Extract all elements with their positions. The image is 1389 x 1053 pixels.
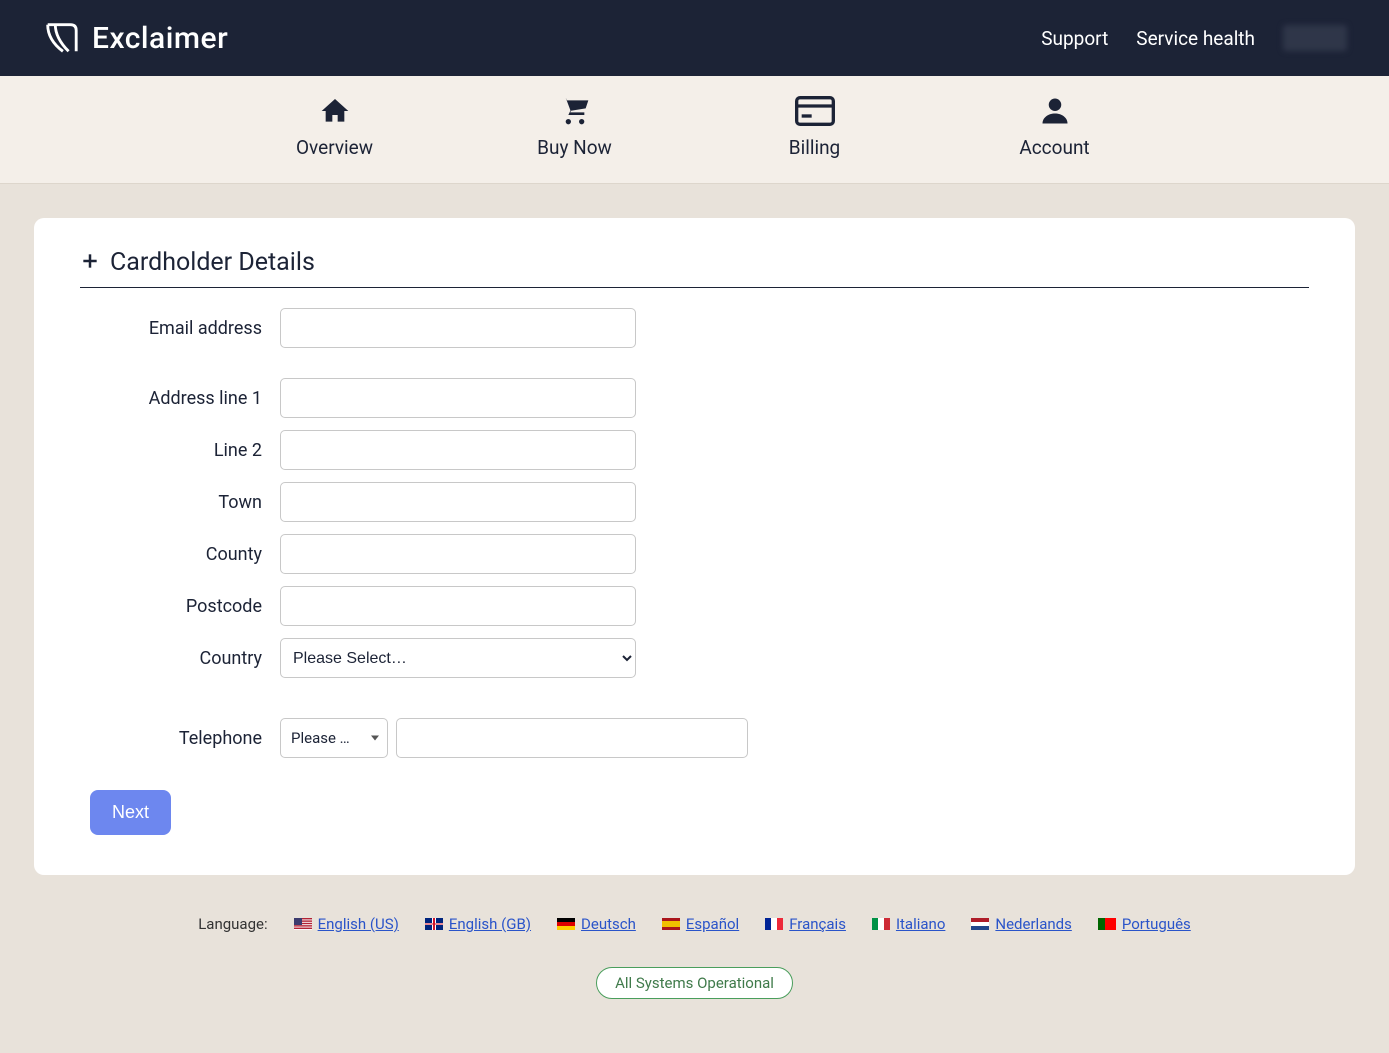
nav-label: Billing bbox=[789, 136, 840, 159]
lang-text: Deutsch bbox=[581, 915, 636, 933]
flag-pt-icon bbox=[1098, 918, 1116, 930]
next-button[interactable]: Next bbox=[90, 790, 171, 835]
flag-gb-icon bbox=[425, 918, 443, 930]
user-icon bbox=[1040, 94, 1070, 128]
county-field[interactable] bbox=[280, 534, 636, 574]
language-row: Language: English (US) English (GB) Deut… bbox=[34, 915, 1355, 933]
telephone-number-field[interactable] bbox=[396, 718, 748, 758]
flag-nl-icon bbox=[971, 918, 989, 930]
header-user-placeholder bbox=[1283, 25, 1347, 51]
brand-logo[interactable]: Exclaimer bbox=[42, 19, 228, 57]
postcode-label: Postcode bbox=[80, 596, 280, 617]
email-field[interactable] bbox=[280, 308, 636, 348]
plus-icon bbox=[80, 251, 100, 275]
lang-text: Nederlands bbox=[995, 915, 1071, 933]
lang-text: Português bbox=[1122, 915, 1191, 933]
support-link[interactable]: Support bbox=[1041, 27, 1108, 50]
telephone-code-placeholder: Please … bbox=[291, 729, 350, 747]
home-icon bbox=[317, 94, 353, 128]
email-label: Email address bbox=[80, 318, 280, 339]
address-line1-field[interactable] bbox=[280, 378, 636, 418]
addr2-label: Line 2 bbox=[80, 440, 280, 461]
app-header: Exclaimer Support Service health bbox=[0, 0, 1389, 76]
header-right: Support Service health bbox=[1041, 25, 1347, 51]
lang-text: Italiano bbox=[896, 915, 945, 933]
nav-label: Overview bbox=[296, 136, 373, 159]
town-label: Town bbox=[80, 492, 280, 513]
flag-fr-icon bbox=[765, 918, 783, 930]
lang-pt[interactable]: Português bbox=[1098, 915, 1191, 933]
county-label: County bbox=[80, 544, 280, 565]
panel-header[interactable]: Cardholder Details bbox=[80, 248, 1309, 288]
cardholder-details-card: Cardholder Details Email address Address… bbox=[34, 218, 1355, 875]
nav-tab-buynow[interactable]: Buy Now bbox=[530, 94, 620, 159]
lang-text: English (US) bbox=[318, 915, 399, 933]
lang-en-gb[interactable]: English (GB) bbox=[425, 915, 531, 933]
flag-de-icon bbox=[557, 918, 575, 930]
language-label: Language: bbox=[198, 915, 267, 933]
country-label: Country bbox=[80, 648, 280, 669]
credit-card-icon bbox=[795, 94, 835, 128]
lang-de[interactable]: Deutsch bbox=[557, 915, 636, 933]
address-line2-field[interactable] bbox=[280, 430, 636, 470]
content-area: Cardholder Details Email address Address… bbox=[0, 184, 1389, 1053]
panel-title: Cardholder Details bbox=[110, 248, 315, 277]
nav-label: Buy Now bbox=[537, 136, 612, 159]
flag-it-icon bbox=[872, 918, 890, 930]
system-status-badge[interactable]: All Systems Operational bbox=[596, 967, 793, 999]
service-health-link[interactable]: Service health bbox=[1136, 27, 1255, 50]
exclaimer-logo-icon bbox=[42, 19, 80, 57]
nav-tab-overview[interactable]: Overview bbox=[290, 94, 380, 159]
lang-it[interactable]: Italiano bbox=[872, 915, 945, 933]
brand-name: Exclaimer bbox=[92, 21, 228, 56]
lang-en-us[interactable]: English (US) bbox=[294, 915, 399, 933]
town-field[interactable] bbox=[280, 482, 636, 522]
country-select[interactable]: Please Select… bbox=[280, 638, 636, 678]
flag-es-icon bbox=[662, 918, 680, 930]
addr1-label: Address line 1 bbox=[80, 388, 280, 409]
lang-text: Français bbox=[789, 915, 846, 933]
lang-text: English (GB) bbox=[449, 915, 531, 933]
telephone-code-select[interactable]: Please … bbox=[280, 718, 388, 758]
lang-nl[interactable]: Nederlands bbox=[971, 915, 1071, 933]
lang-es[interactable]: Español bbox=[662, 915, 739, 933]
lang-fr[interactable]: Français bbox=[765, 915, 846, 933]
footer: Language: English (US) English (GB) Deut… bbox=[34, 875, 1355, 1019]
telephone-label: Telephone bbox=[80, 728, 280, 749]
postcode-field[interactable] bbox=[280, 586, 636, 626]
main-nav: Overview Buy Now Billing Account bbox=[0, 76, 1389, 184]
nav-label: Account bbox=[1019, 136, 1089, 159]
flag-us-icon bbox=[294, 918, 312, 930]
nav-tab-account[interactable]: Account bbox=[1010, 94, 1100, 159]
cart-icon bbox=[557, 94, 593, 128]
nav-tab-billing[interactable]: Billing bbox=[770, 94, 860, 159]
lang-text: Español bbox=[686, 915, 739, 933]
